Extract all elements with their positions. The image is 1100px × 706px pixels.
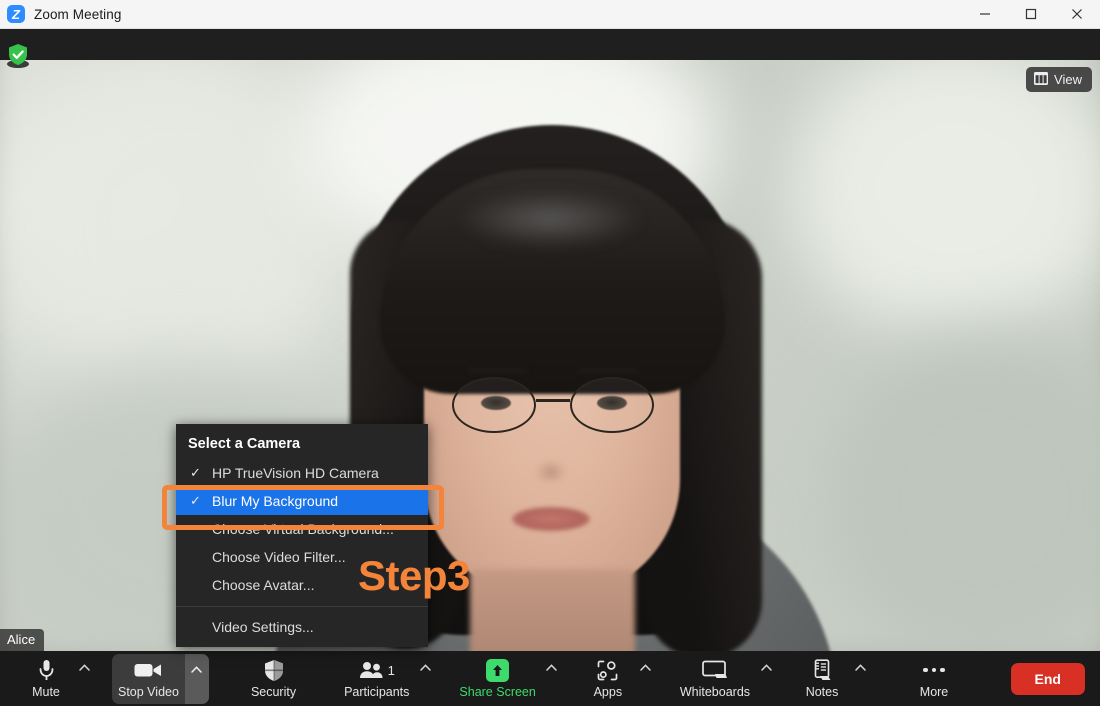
- notes-button[interactable]: Notes: [794, 654, 850, 704]
- check-icon: ✓: [190, 493, 201, 508]
- notes-label: Notes: [805, 684, 839, 699]
- menu-item-label: Video Settings...: [212, 619, 314, 635]
- security-button[interactable]: Security: [245, 654, 302, 704]
- security-label: Security: [250, 684, 297, 699]
- share-options-caret-icon[interactable]: [542, 654, 562, 704]
- person-hair-sheen: [455, 189, 645, 249]
- apps-button[interactable]: Apps: [580, 654, 636, 704]
- zoom-meeting-window: Z Zoom Meeting View Alice Select a Camer…: [0, 0, 1100, 706]
- camera-context-menu: Select a Camera ✓ HP TrueVision HD Camer…: [176, 424, 428, 647]
- participant-name-tag: Alice: [0, 629, 45, 651]
- ellipsis-icon: [923, 659, 945, 682]
- share-screen-button[interactable]: Share Screen: [453, 654, 541, 704]
- notes-group: Notes: [794, 654, 870, 704]
- menu-item-label: Blur My Background: [212, 493, 339, 509]
- view-button-label: View: [1054, 72, 1082, 87]
- end-meeting-button[interactable]: End: [1010, 662, 1085, 695]
- glasses-lens-left: [452, 377, 536, 433]
- window-title-bar: Z Zoom Meeting: [0, 0, 1100, 29]
- person-eyebrow-right: [578, 367, 638, 374]
- person-lips: [512, 507, 590, 531]
- glasses-bridge: [536, 399, 570, 402]
- people-icon: 1: [359, 659, 395, 682]
- notes-options-caret-icon[interactable]: [850, 654, 870, 704]
- mute-label: Mute: [32, 684, 60, 699]
- shield-icon: [264, 659, 284, 682]
- camera-icon: [134, 659, 162, 682]
- apps-label: Apps: [593, 684, 623, 699]
- whiteboards-label: Whiteboards: [679, 684, 751, 699]
- participants-options-caret-icon[interactable]: [415, 654, 435, 704]
- window-title: Zoom Meeting: [34, 6, 122, 22]
- glasses-lens-right: [570, 377, 654, 433]
- participants-count: 1: [387, 662, 395, 678]
- menu-item-label: Choose Video Filter...: [212, 549, 346, 565]
- more-button[interactable]: More: [906, 654, 962, 704]
- participants-group: 1 Participants: [338, 654, 435, 704]
- minimize-button[interactable]: [962, 0, 1008, 29]
- encryption-shield-icon[interactable]: [6, 42, 30, 68]
- participants-button[interactable]: 1 Participants: [338, 654, 415, 704]
- share-screen-group: Share Screen: [453, 654, 561, 704]
- check-icon: ✓: [190, 465, 201, 480]
- stop-video-button[interactable]: Stop Video: [112, 654, 185, 704]
- participants-label: Participants: [344, 684, 410, 699]
- menu-item-label: Choose Virtual Background...: [212, 521, 394, 537]
- apps-options-caret-icon[interactable]: [636, 654, 656, 704]
- stop-video-group: Stop Video: [112, 653, 209, 704]
- apps-icon: [597, 659, 618, 682]
- mute-group: Mute: [18, 654, 94, 704]
- stop-video-label: Stop Video: [118, 684, 179, 699]
- menu-item-video-settings[interactable]: Video Settings...: [176, 613, 428, 641]
- whiteboards-button[interactable]: Whiteboards: [674, 654, 756, 704]
- context-menu-header: Select a Camera: [188, 436, 301, 452]
- stage-top-bar: [0, 29, 1100, 60]
- notes-icon: [812, 659, 832, 682]
- grid-view-icon: [1034, 71, 1049, 88]
- video-stage: View Alice: [0, 29, 1100, 651]
- person-nose: [535, 459, 567, 481]
- microphone-icon: [38, 659, 55, 682]
- annotation-step-label: Step3: [358, 552, 470, 599]
- person-glasses: [452, 377, 654, 433]
- person-eyebrow-left: [468, 367, 528, 374]
- apps-group: Apps: [580, 654, 656, 704]
- person-neck: [470, 569, 635, 651]
- menu-item-blur-my-background[interactable]: ✓ Blur My Background: [176, 487, 428, 515]
- close-button[interactable]: [1054, 0, 1100, 29]
- more-label: More: [919, 684, 949, 699]
- view-button[interactable]: View: [1026, 67, 1092, 92]
- menu-item-camera-device[interactable]: ✓ HP TrueVision HD Camera: [176, 459, 428, 487]
- context-menu-divider: [176, 606, 428, 607]
- audio-options-caret-icon[interactable]: [74, 654, 94, 704]
- whiteboards-options-caret-icon[interactable]: [756, 654, 776, 704]
- mute-button[interactable]: Mute: [18, 654, 74, 704]
- menu-item-label: Choose Avatar...: [212, 577, 315, 593]
- zoom-logo-icon: Z: [7, 5, 25, 23]
- share-screen-label: Share Screen: [459, 684, 536, 699]
- video-options-caret-icon[interactable]: [184, 653, 209, 704]
- meeting-toolbar: Mute Stop Video Security 1 Participants …: [0, 651, 1100, 706]
- maximize-button[interactable]: [1008, 0, 1054, 29]
- share-up-arrow-icon: [486, 658, 510, 682]
- menu-item-label: HP TrueVision HD Camera: [212, 465, 379, 481]
- whiteboard-icon: [702, 659, 728, 682]
- menu-item-choose-virtual-background[interactable]: Choose Virtual Background...: [176, 515, 428, 543]
- participant-video-person: [0, 29, 1100, 651]
- whiteboards-group: Whiteboards: [674, 654, 776, 704]
